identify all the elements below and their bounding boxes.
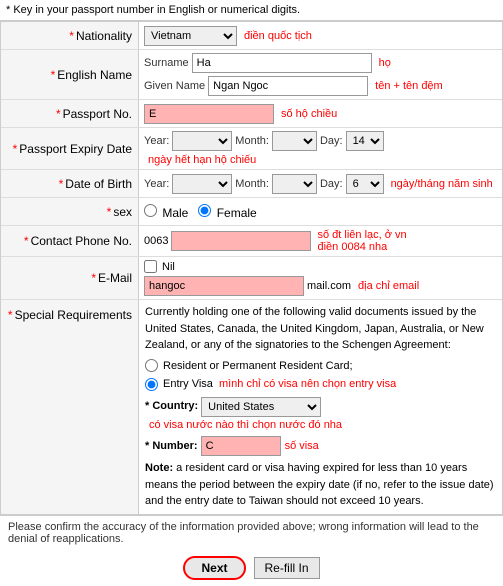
dob-label: * Date of Birth xyxy=(1,170,139,197)
passport-no-row: * Passport No. số hộ chiều xyxy=(1,100,502,128)
phone-input[interactable] xyxy=(171,231,311,251)
special-req-label: * Special Requirements xyxy=(1,300,139,514)
visa-number-input[interactable] xyxy=(201,436,281,456)
passport-no-label: * Passport No. xyxy=(1,100,139,127)
email-input[interactable] xyxy=(144,276,304,296)
visa-number-row: * Number: số visa xyxy=(145,436,496,456)
resident-card-radio[interactable] xyxy=(145,359,158,372)
special-req-field: Currently holding one of the following v… xyxy=(139,300,502,514)
entry-visa-annotation: mình chỉ có visa nên chọn entry visa xyxy=(219,376,396,393)
english-name-field: Surname họ Given Name tên + tên đệm xyxy=(139,50,502,99)
country-row: * Country: United States Canada United K… xyxy=(145,397,496,434)
given-name-row: Given Name tên + tên đệm xyxy=(144,76,497,96)
country-annotation: có visa nước nào thì chọn nước đó nha xyxy=(149,417,342,434)
email-input-row: mail.com địa chỉ email xyxy=(144,276,497,296)
passport-expiry-field: Year: Month: Day: 14 ngày hết hạn hộ chi… xyxy=(139,128,502,169)
sex-radio-group: Male Female xyxy=(144,204,257,220)
passport-no-annotation: số hộ chiều xyxy=(281,108,337,120)
passport-expiry-label: * Passport Expiry Date xyxy=(1,128,139,169)
resident-card-option: Resident or Permanent Resident Card; xyxy=(145,358,496,375)
dob-field: Year: Month: Day: 6 ngày/tháng năm sinh xyxy=(139,170,502,197)
special-req-row: * Special Requirements Currently holding… xyxy=(1,300,502,514)
surname-row: Surname họ xyxy=(144,53,497,73)
dob-month-select[interactable] xyxy=(272,174,317,194)
button-row: Next Re-fill In xyxy=(0,550,503,586)
english-name-row: * English Name Surname họ Given Name tên… xyxy=(1,50,502,100)
phone-annotation2: điền 0084 nha xyxy=(317,241,406,253)
nationality-field: Vietnam United States Japan China Other … xyxy=(139,22,502,49)
expiry-year-select[interactable] xyxy=(172,131,232,151)
sex-field: Male Female xyxy=(139,198,502,225)
sex-male-label[interactable]: Male xyxy=(144,204,188,220)
email-label: * E-Mail xyxy=(1,257,139,299)
passport-expiry-row: * Passport Expiry Date Year: Month: Day:… xyxy=(1,128,502,170)
visa-number-annotation: số visa xyxy=(285,438,319,455)
given-name-annotation: tên + tên đệm xyxy=(375,80,443,92)
passport-no-input[interactable] xyxy=(144,104,274,124)
nil-checkbox[interactable] xyxy=(144,260,157,273)
email-row: * E-Mail Nil mail.com địa chỉ email xyxy=(1,257,502,300)
dob-day-select[interactable]: 6 xyxy=(346,174,384,194)
expiry-annotation: ngày hết hạn hộ chiếu xyxy=(148,154,256,166)
nationality-label: * Nationality xyxy=(1,22,139,49)
sex-label: * sex xyxy=(1,198,139,225)
email-annotation: địa chỉ email xyxy=(358,280,419,292)
top-note: * Key in your passport number in English… xyxy=(0,0,503,21)
sex-female-label[interactable]: Female xyxy=(198,204,256,220)
given-name-input[interactable] xyxy=(208,76,368,96)
refill-button[interactable]: Re-fill In xyxy=(254,557,320,579)
dob-row: * Date of Birth Year: Month: Day: 6 ngày… xyxy=(1,170,502,198)
nil-row: Nil xyxy=(144,260,497,273)
dob-year-select[interactable] xyxy=(172,174,232,194)
country-select[interactable]: United States Canada United Kingdom Japa… xyxy=(201,397,321,417)
special-req-body: Currently holding one of the following v… xyxy=(145,304,496,354)
nationality-select[interactable]: Vietnam United States Japan China Other xyxy=(144,26,237,46)
surname-input[interactable] xyxy=(192,53,372,73)
nationality-row: * Nationality Vietnam United States Japa… xyxy=(1,22,502,50)
next-button[interactable]: Next xyxy=(183,556,245,580)
bottom-note: Please confirm the accuracy of the infor… xyxy=(0,515,503,550)
entry-visa-radio[interactable] xyxy=(145,378,158,391)
passport-no-field: số hộ chiều xyxy=(139,100,502,127)
phone-prefix: 0063 xyxy=(144,235,168,247)
nationality-annotation: điền quốc tịch xyxy=(244,30,312,42)
entry-visa-option: Entry Visa mình chỉ có visa nên chọn ent… xyxy=(145,376,496,393)
phone-label: * Contact Phone No. xyxy=(1,226,139,256)
phone-field: 0063 số đt liên lạc, ở vn điền 0084 nha xyxy=(139,226,502,256)
sex-row: * sex Male Female xyxy=(1,198,502,226)
phone-annotation1: số đt liên lạc, ở vn xyxy=(317,229,406,241)
expiry-month-select[interactable] xyxy=(272,131,317,151)
sex-female-radio[interactable] xyxy=(198,204,211,217)
special-req-note: Note: a resident card or visa having exp… xyxy=(145,460,496,510)
sex-male-radio[interactable] xyxy=(144,204,157,217)
expiry-day-select[interactable]: 14 xyxy=(346,131,384,151)
english-name-label: * English Name xyxy=(1,50,139,99)
dob-annotation: ngày/tháng năm sinh xyxy=(391,178,493,190)
surname-annotation: họ xyxy=(379,57,391,69)
form-container: * Nationality Vietnam United States Japa… xyxy=(0,21,503,515)
email-field: Nil mail.com địa chỉ email xyxy=(139,257,502,299)
phone-row: * Contact Phone No. 0063 số đt liên lạc,… xyxy=(1,226,502,257)
